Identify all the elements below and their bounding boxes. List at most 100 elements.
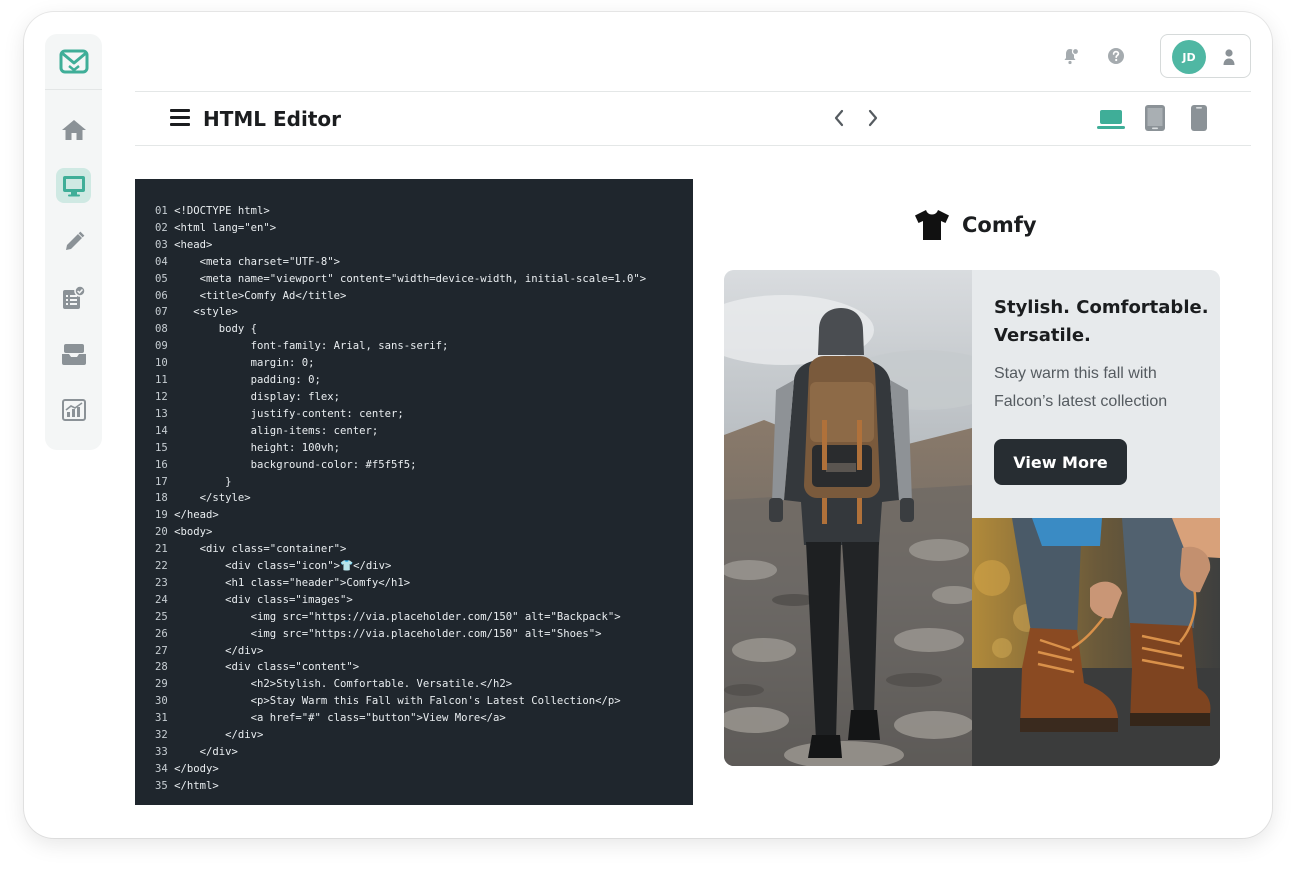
code-text[interactable]: body { bbox=[174, 323, 257, 335]
code-text[interactable]: margin: 0; bbox=[174, 357, 315, 369]
chevron-left-icon bbox=[834, 109, 844, 127]
code-text[interactable]: justify-content: center; bbox=[174, 408, 404, 420]
code-line[interactable]: 34 </body> bbox=[155, 761, 646, 778]
code-text[interactable]: <meta charset="UTF-8"> bbox=[174, 256, 340, 268]
sidebar-item-edit[interactable] bbox=[56, 224, 91, 259]
sidebar-item-tasks[interactable] bbox=[56, 280, 91, 315]
mail-logo-icon bbox=[59, 49, 88, 73]
code-line[interactable]: 19 </head> bbox=[155, 507, 646, 524]
code-line[interactable]: 22 <div class="icon">👕</div> bbox=[155, 558, 646, 575]
phone-icon bbox=[1191, 105, 1207, 131]
code-text[interactable]: <title>Comfy Ad</title> bbox=[174, 290, 347, 302]
code-text[interactable]: <h2>Stylish. Comfortable. Versatile.</h2… bbox=[174, 678, 513, 690]
code-text[interactable]: font-family: Arial, sans-serif; bbox=[174, 340, 449, 352]
code-text[interactable]: background-color: #f5f5f5; bbox=[174, 459, 417, 471]
back-button[interactable] bbox=[828, 107, 850, 129]
line-number: 27 bbox=[155, 644, 175, 657]
avatar[interactable]: JD bbox=[1172, 40, 1206, 74]
code-lines[interactable]: 01 <!DOCTYPE html> 02 <html lang="en"> 03 … bbox=[155, 203, 646, 795]
code-line[interactable]: 03 <head> bbox=[155, 237, 646, 254]
code-text[interactable]: <div class="container"> bbox=[174, 543, 347, 555]
code-text[interactable]: <head> bbox=[174, 239, 212, 251]
code-text[interactable]: <meta name="viewport" content="width=dev… bbox=[174, 273, 646, 285]
code-text[interactable]: <div class="icon">👕</div> bbox=[174, 560, 391, 572]
code-line[interactable]: 33 </div> bbox=[155, 744, 646, 761]
code-line[interactable]: 26 <img src="https://via.placeholder.com… bbox=[155, 626, 646, 643]
code-text[interactable]: </head> bbox=[174, 509, 219, 521]
menu-icon[interactable] bbox=[170, 109, 190, 127]
code-line[interactable]: 23 <h1 class="header">Comfy</h1> bbox=[155, 575, 646, 592]
toolbar-divider bbox=[135, 145, 1251, 146]
line-number: 01 bbox=[155, 205, 175, 217]
code-text[interactable]: <html lang="en"> bbox=[174, 222, 276, 234]
code-text[interactable]: <div class="content"> bbox=[174, 661, 359, 673]
code-line[interactable]: 32 </div> bbox=[155, 727, 646, 744]
code-text[interactable]: </div> bbox=[174, 746, 238, 758]
code-text[interactable]: </body> bbox=[174, 763, 219, 775]
code-text[interactable]: <body> bbox=[174, 526, 212, 538]
code-line[interactable]: 15 height: 100vh; bbox=[155, 440, 646, 457]
code-line[interactable]: 21 <div class="container"> bbox=[155, 541, 646, 558]
line-number: 18 bbox=[155, 492, 175, 505]
view-more-button[interactable]: View More bbox=[994, 439, 1127, 485]
code-text[interactable]: <img src="https://via.placeholder.com/15… bbox=[174, 611, 621, 623]
code-text[interactable]: </html> bbox=[174, 780, 219, 792]
sidebar-item-editor[interactable] bbox=[56, 168, 91, 203]
code-line[interactable]: 31 <a href="#" class="button">View More<… bbox=[155, 710, 646, 727]
code-line[interactable]: 06 <title>Comfy Ad</title> bbox=[155, 288, 646, 305]
code-line[interactable]: 13 justify-content: center; bbox=[155, 406, 646, 423]
line-number: 03 bbox=[155, 238, 175, 251]
code-text[interactable]: <div class="images"> bbox=[174, 594, 353, 606]
code-text[interactable]: <h1 class="header">Comfy</h1> bbox=[174, 577, 410, 589]
desktop-view-button[interactable] bbox=[1097, 105, 1125, 133]
code-line[interactable]: 29 <h2>Stylish. Comfortable. Versatile.<… bbox=[155, 676, 646, 693]
code-text[interactable]: <img src="https://via.placeholder.com/15… bbox=[174, 628, 602, 640]
code-line[interactable]: 17 } bbox=[155, 474, 646, 491]
code-line[interactable]: 24 <div class="images"> bbox=[155, 592, 646, 609]
code-text[interactable]: height: 100vh; bbox=[174, 442, 340, 454]
code-line[interactable]: 11 padding: 0; bbox=[155, 372, 646, 389]
code-line[interactable]: 30 <p>Stay Warm this Fall with Falcon's … bbox=[155, 693, 646, 710]
sidebar-item-analytics[interactable] bbox=[56, 392, 91, 427]
sidebar-item-home[interactable] bbox=[56, 112, 91, 147]
code-line[interactable]: 05 <meta name="viewport" content="width=… bbox=[155, 271, 646, 288]
code-line[interactable]: 25 <img src="https://via.placeholder.com… bbox=[155, 609, 646, 626]
code-text[interactable]: </div> bbox=[174, 729, 263, 741]
mobile-view-button[interactable] bbox=[1190, 104, 1208, 132]
help-button[interactable] bbox=[1105, 45, 1127, 67]
code-line[interactable]: 07 <style> bbox=[155, 304, 646, 321]
code-text[interactable]: <!DOCTYPE html> bbox=[174, 205, 270, 217]
code-line[interactable]: 28 <div class="content"> bbox=[155, 659, 646, 676]
code-text[interactable]: } bbox=[174, 476, 231, 488]
code-line[interactable]: 12 display: flex; bbox=[155, 389, 646, 406]
code-text[interactable]: padding: 0; bbox=[174, 374, 321, 386]
logo[interactable] bbox=[45, 34, 102, 90]
code-line[interactable]: 10 margin: 0; bbox=[155, 355, 646, 372]
line-number: 24 bbox=[155, 593, 175, 606]
code-text[interactable]: </style> bbox=[174, 492, 251, 504]
code-text[interactable]: <a href="#" class="button">View More</a> bbox=[174, 712, 506, 724]
code-text[interactable]: </div> bbox=[174, 645, 263, 657]
tablet-view-button[interactable] bbox=[1144, 104, 1166, 132]
sidebar-item-inbox[interactable] bbox=[56, 336, 91, 371]
code-line[interactable]: 16 background-color: #f5f5f5; bbox=[155, 457, 646, 474]
code-text[interactable]: align-items: center; bbox=[174, 425, 379, 437]
code-text[interactable]: display: flex; bbox=[174, 391, 340, 403]
code-text[interactable]: <style> bbox=[174, 306, 238, 318]
forward-button[interactable] bbox=[862, 107, 884, 129]
code-line[interactable]: 09 font-family: Arial, sans-serif; bbox=[155, 338, 646, 355]
code-line[interactable]: 08 body { bbox=[155, 321, 646, 338]
code-line[interactable]: 18 </style> bbox=[155, 490, 646, 507]
code-line[interactable]: 20 <body> bbox=[155, 524, 646, 541]
code-line[interactable]: 01 <!DOCTYPE html> bbox=[155, 203, 646, 220]
code-line[interactable]: 27 </div> bbox=[155, 643, 646, 660]
code-line[interactable]: 14 align-items: center; bbox=[155, 423, 646, 440]
notification-icon bbox=[1064, 47, 1080, 65]
code-line[interactable]: 04 <meta charset="UTF-8"> bbox=[155, 254, 646, 271]
code-line[interactable]: 35 </html> bbox=[155, 778, 646, 795]
notification-button[interactable] bbox=[1060, 45, 1082, 67]
code-text[interactable]: <p>Stay Warm this Fall with Falcon's Lat… bbox=[174, 695, 621, 707]
code-editor[interactable]: 01 <!DOCTYPE html> 02 <html lang="en"> 03 … bbox=[135, 179, 693, 805]
user-menu[interactable]: JD bbox=[1160, 34, 1251, 78]
code-line[interactable]: 02 <html lang="en"> bbox=[155, 220, 646, 237]
